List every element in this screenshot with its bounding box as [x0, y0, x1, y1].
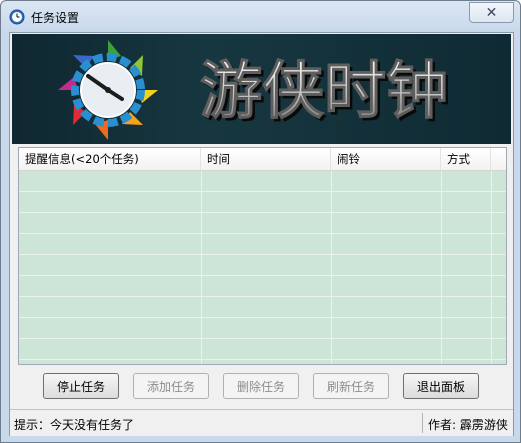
svg-text:游侠时钟: 游侠时钟 [200, 54, 448, 127]
button-row: 停止任务 添加任务 删除任务 刷新任务 退出面板 [10, 373, 513, 403]
table-header: 提醒信息(<20个任务) 时间 闹铃 方式 [19, 148, 506, 171]
column-header-reminder[interactable]: 提醒信息(<20个任务) [19, 148, 201, 170]
status-author: 作者: 霹雳游侠 [428, 418, 508, 432]
status-bar: 提示：今天没有任务了 作者: 霹雳游侠 [10, 409, 513, 436]
column-header-alarm[interactable]: 闹铃 [331, 148, 441, 170]
column-header-time[interactable]: 时间 [201, 148, 331, 170]
close-icon: ✕ [485, 4, 498, 21]
status-divider [422, 413, 423, 433]
add-task-button[interactable]: 添加任务 [133, 373, 209, 399]
exit-panel-button[interactable]: 退出面板 [403, 373, 479, 399]
close-button[interactable]: ✕ [469, 2, 514, 23]
title-bar[interactable]: 任务设置 ✕ [1, 1, 520, 31]
stop-task-button[interactable]: 停止任务 [43, 373, 119, 399]
column-header-method[interactable]: 方式 [441, 148, 491, 170]
banner-title: 游侠时钟 游侠时钟 [200, 54, 452, 129]
task-table[interactable]: 提醒信息(<20个任务) 时间 闹铃 方式 [18, 147, 507, 365]
clock-app-icon [9, 9, 25, 25]
task-settings-window: 任务设置 ✕ 游侠时钟 游侠时钟 提醒信息(<20个任务) 时间 闹铃 方式 停… [0, 0, 521, 443]
status-hint: 提示：今天没有任务了 [14, 418, 135, 432]
banner: 游侠时钟 游侠时钟 [12, 34, 511, 144]
table-body[interactable] [19, 171, 506, 364]
client-area: 游侠时钟 游侠时钟 提醒信息(<20个任务) 时间 闹铃 方式 停止任务 添加任… [9, 32, 514, 436]
window-title: 任务设置 [31, 11, 80, 25]
colorful-clock-icon [58, 40, 158, 140]
delete-task-button[interactable]: 删除任务 [223, 373, 299, 399]
refresh-task-button[interactable]: 刷新任务 [313, 373, 389, 399]
